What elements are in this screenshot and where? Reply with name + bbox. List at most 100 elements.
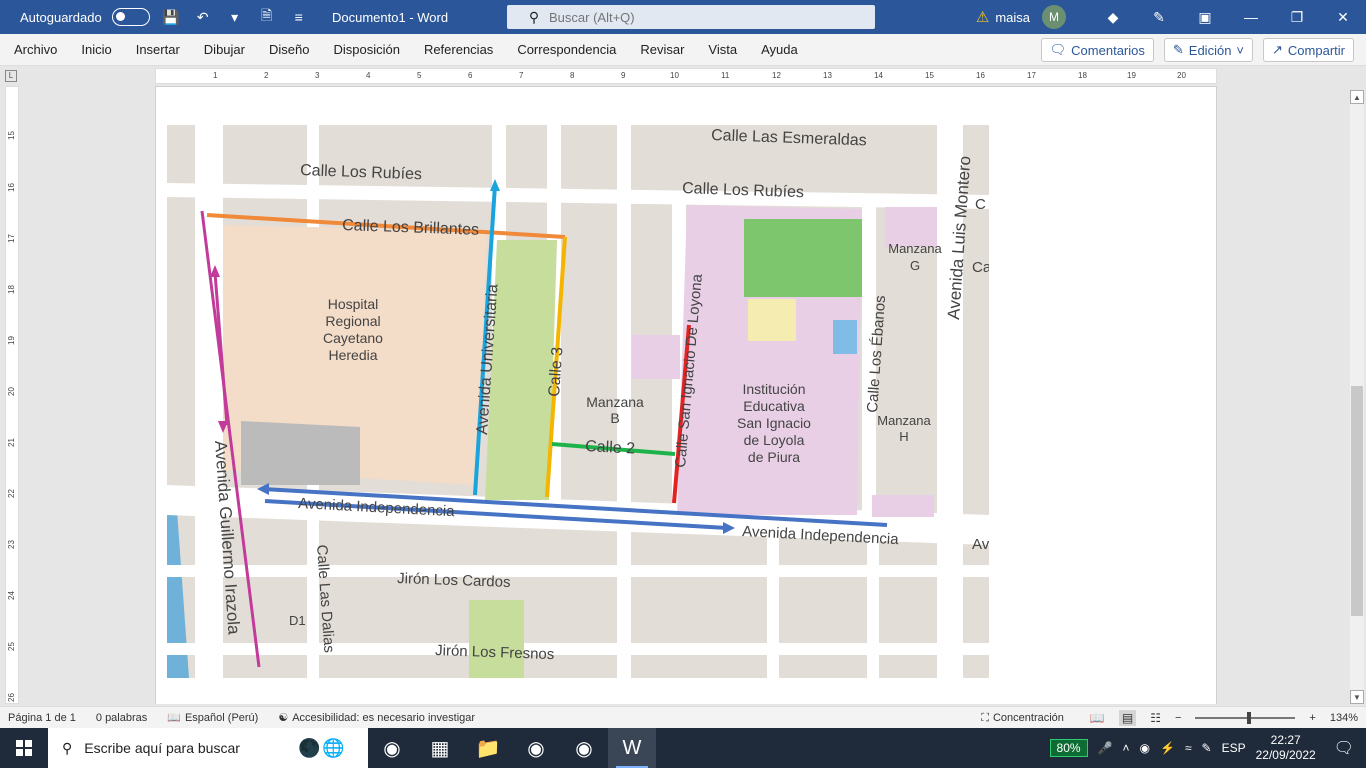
save-icon[interactable]: 💾 bbox=[160, 6, 182, 28]
calendar-app-icon[interactable]: ▦ bbox=[416, 728, 464, 768]
label-hospital-1: Hospital bbox=[328, 296, 379, 312]
microphone-icon[interactable]: 🎤 bbox=[1098, 741, 1113, 755]
vertical-scrollbar[interactable]: ▲ ▼ bbox=[1350, 90, 1364, 704]
ribbon-display-icon[interactable]: ▣ bbox=[1182, 0, 1228, 34]
ruler-number: 22 bbox=[6, 489, 16, 498]
ruler-number: 12 bbox=[772, 71, 781, 80]
ruler-number: 4 bbox=[366, 71, 371, 80]
proofing-status[interactable]: 📖 Español (Perú) bbox=[167, 711, 259, 725]
horizontal-ruler[interactable]: 1 2 3 4 5 6 7 8 9 10 11 12 13 14 15 16 1… bbox=[155, 68, 1217, 84]
tab-archivo[interactable]: Archivo bbox=[2, 34, 69, 66]
ruler-number: 8 bbox=[570, 71, 575, 80]
label-manzana-g-2: G bbox=[910, 258, 920, 273]
tab-selector-icon[interactable]: L bbox=[5, 70, 17, 82]
street-map-image[interactable]: Calle Las Esmeraldas Calle Los Rubíes Ca… bbox=[167, 125, 989, 678]
ruler-number: 10 bbox=[670, 71, 679, 80]
word-app-icon[interactable]: W bbox=[608, 728, 656, 768]
pen-icon[interactable]: ✎ bbox=[1136, 0, 1182, 34]
pen-tray-icon[interactable]: ✎ bbox=[1202, 741, 1212, 755]
focus-mode-button[interactable]: ⛶ Concentración bbox=[981, 712, 1064, 725]
zoom-in-icon[interactable]: + bbox=[1309, 712, 1315, 724]
planet-icon: 🌑 bbox=[298, 737, 321, 758]
new-document-icon[interactable]: 🗎 bbox=[256, 6, 278, 28]
ruler-number: 14 bbox=[874, 71, 883, 80]
premium-diamond-icon[interactable]: ◆ bbox=[1090, 0, 1136, 34]
taskbar: ⚲ Escribe aquí para buscar 🌑 🌐 ☀ ◉ ▦ 📁 ◉… bbox=[0, 728, 1366, 768]
tab-inicio[interactable]: Inicio bbox=[69, 34, 123, 66]
undo-icon[interactable]: ↶ bbox=[192, 6, 214, 28]
ruler-number: 15 bbox=[6, 131, 16, 140]
search-input[interactable] bbox=[549, 9, 849, 25]
notification-icon[interactable]: 🗨 bbox=[1334, 738, 1354, 758]
user-name[interactable]: maisa bbox=[995, 10, 1030, 25]
ruler-number: 7 bbox=[519, 71, 524, 80]
wifi-icon[interactable]: ≈ bbox=[1185, 741, 1192, 755]
customize-toolbar-icon[interactable]: ≡ bbox=[288, 6, 310, 28]
search-highlight-image[interactable]: 🌑 🌐 ☀ bbox=[298, 728, 368, 768]
ruler-number: 13 bbox=[823, 71, 832, 80]
zoom-out-icon[interactable]: − bbox=[1175, 712, 1181, 724]
battery-indicator[interactable]: 80% bbox=[1049, 739, 1088, 757]
editing-mode-button[interactable]: ✎ Edición ˅ bbox=[1163, 38, 1254, 62]
editing-label: Edición bbox=[1188, 42, 1232, 58]
restore-button[interactable]: ❐ bbox=[1274, 0, 1320, 34]
chevron-up-icon[interactable]: ˄ bbox=[1123, 741, 1130, 755]
tab-dibujar[interactable]: Dibujar bbox=[192, 34, 257, 66]
web-layout-icon[interactable]: ☷ bbox=[1150, 711, 1161, 725]
read-mode-icon[interactable]: 📖 bbox=[1090, 711, 1105, 725]
start-button[interactable] bbox=[0, 728, 48, 768]
zoom-slider-thumb[interactable] bbox=[1247, 712, 1252, 724]
label-manzana-g-1: Manzana bbox=[888, 241, 942, 256]
tab-insertar[interactable]: Insertar bbox=[124, 34, 192, 66]
share-button[interactable]: ↗ Compartir bbox=[1263, 38, 1354, 62]
book-icon: 📖 bbox=[167, 712, 181, 724]
taskbar-search[interactable]: ⚲ Escribe aquí para buscar bbox=[48, 728, 298, 768]
vertical-ruler[interactable]: 15 16 17 18 19 20 21 22 23 24 25 26 bbox=[5, 86, 19, 704]
close-button[interactable]: ✕ bbox=[1320, 0, 1366, 34]
tab-ayuda[interactable]: Ayuda bbox=[749, 34, 810, 66]
tab-revisar[interactable]: Revisar bbox=[628, 34, 696, 66]
scroll-up-icon[interactable]: ▲ bbox=[1350, 90, 1364, 104]
norton-icon[interactable]: ◉ bbox=[1140, 741, 1150, 755]
print-layout-icon[interactable]: ▤ bbox=[1118, 710, 1137, 726]
ruler-number: 20 bbox=[6, 387, 16, 396]
search-box[interactable]: ⚲ bbox=[507, 5, 875, 29]
tab-vista[interactable]: Vista bbox=[696, 34, 749, 66]
chrome-profile-app-icon[interactable]: ◉ bbox=[512, 728, 560, 768]
comments-button[interactable]: 🗨 Comentarios bbox=[1040, 38, 1154, 62]
tab-diseno[interactable]: Diseño bbox=[257, 34, 321, 66]
scroll-thumb[interactable] bbox=[1351, 386, 1363, 616]
scroll-down-icon[interactable]: ▼ bbox=[1350, 690, 1364, 704]
label-manzana-h-2: H bbox=[899, 429, 908, 444]
zoom-slider[interactable] bbox=[1195, 712, 1296, 724]
warning-icon[interactable]: ⚠ bbox=[976, 8, 989, 26]
minimize-button[interactable]: — bbox=[1228, 0, 1274, 34]
clock[interactable]: 22:27 22/09/2022 bbox=[1256, 733, 1316, 763]
power-icon[interactable]: ⚡ bbox=[1160, 741, 1175, 755]
tab-correspondencia[interactable]: Correspondencia bbox=[505, 34, 628, 66]
comments-label: Comentarios bbox=[1071, 42, 1145, 58]
autosave-toggle[interactable] bbox=[111, 8, 150, 26]
ruler-number: 18 bbox=[1078, 71, 1087, 80]
avatar[interactable]: M bbox=[1042, 5, 1066, 29]
document-area[interactable]: Calle Las Esmeraldas Calle Los Rubíes Ca… bbox=[20, 86, 1348, 704]
document-page[interactable]: Calle Las Esmeraldas Calle Los Rubíes Ca… bbox=[155, 86, 1217, 704]
autosave-label: Autoguardado bbox=[20, 9, 102, 25]
label-edge-c: C bbox=[975, 196, 986, 213]
undo-dropdown-icon[interactable]: ▾ bbox=[224, 6, 246, 28]
page-count[interactable]: Página 1 de 1 bbox=[8, 712, 76, 724]
file-explorer-icon[interactable]: 📁 bbox=[464, 728, 512, 768]
language-indicator[interactable]: ESP bbox=[1222, 741, 1246, 755]
zoom-level[interactable]: 134% bbox=[1330, 712, 1358, 724]
language-label: Español (Perú) bbox=[184, 711, 259, 724]
clock-time: 22:27 bbox=[1270, 733, 1301, 747]
ruler-number: 16 bbox=[6, 183, 16, 192]
share-label: Compartir bbox=[1287, 42, 1345, 58]
ruler-number: 11 bbox=[721, 71, 730, 80]
chrome-profile-m-app-icon[interactable]: ◉ bbox=[560, 728, 608, 768]
word-count[interactable]: 0 palabras bbox=[96, 712, 147, 724]
tab-referencias[interactable]: Referencias bbox=[412, 34, 505, 66]
chrome-app-icon[interactable]: ◉ bbox=[368, 728, 416, 768]
accessibility-status[interactable]: ☯ Accesibilidad: es necesario investigar bbox=[278, 711, 475, 725]
tab-disposicion[interactable]: Disposición bbox=[321, 34, 411, 66]
